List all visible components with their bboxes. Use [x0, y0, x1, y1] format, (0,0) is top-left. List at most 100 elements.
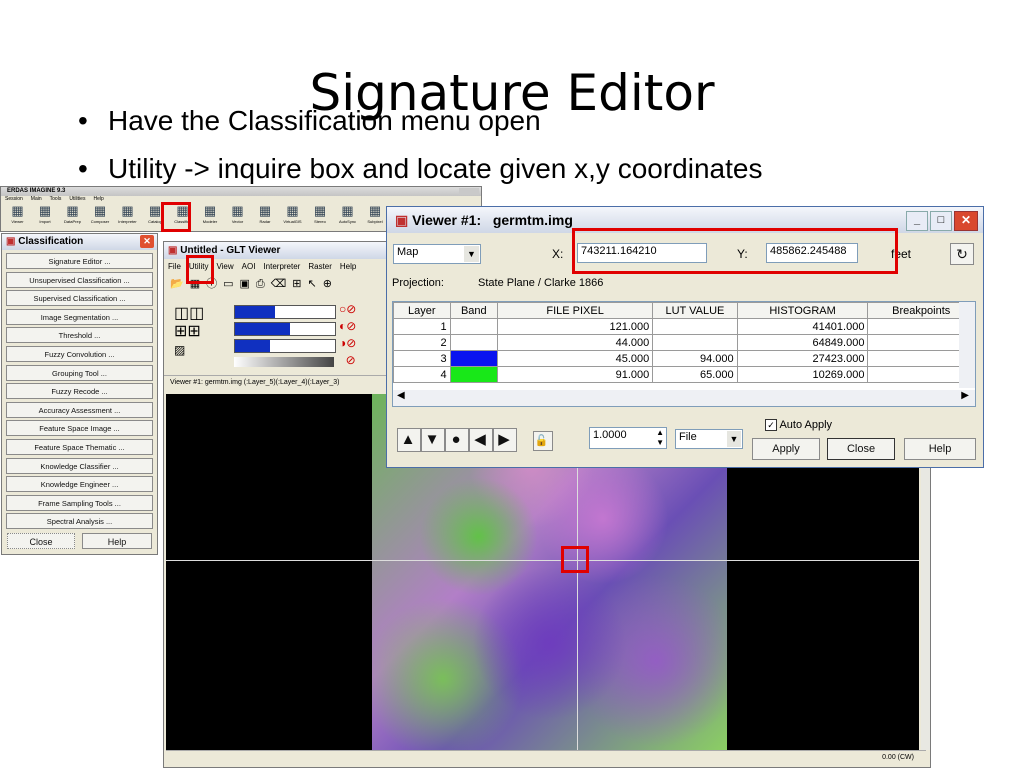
table-horizontal-scrollbar[interactable]: ◀ ▶	[393, 390, 975, 406]
maximize-icon[interactable]: □	[930, 211, 952, 231]
coord-type-select[interactable]: Map ▼	[393, 244, 481, 264]
toolbar-button-dataprep[interactable]: ▦ DataPrep	[60, 203, 85, 229]
column-header[interactable]: Band	[449, 302, 499, 319]
toolbar-button-autosync[interactable]: ▦ AutoSync	[335, 203, 360, 229]
sharpness-slider[interactable]	[234, 339, 336, 353]
refresh-icon[interactable]: ↻	[950, 243, 974, 265]
close-icon[interactable]: ✕	[954, 211, 978, 231]
step-field[interactable]: 1.0000 ▲ ▼	[589, 427, 667, 449]
save-icon[interactable]: ▣	[240, 278, 256, 290]
glt-menu-view[interactable]: View	[216, 262, 233, 271]
minimize-icon[interactable]: _	[906, 211, 928, 231]
classification-item[interactable]: Fuzzy Recode ...	[6, 383, 153, 400]
column-header[interactable]: FILE PIXEL	[496, 302, 654, 319]
stepper-icon[interactable]: ▲ ▼	[656, 428, 664, 448]
move-left-button[interactable]: ◀	[469, 428, 493, 452]
chevron-down-icon[interactable]: ▼	[464, 246, 479, 262]
toolbar-button-vector[interactable]: ▦ Vector	[225, 203, 250, 229]
brightness-slider[interactable]	[234, 305, 336, 319]
chevron-down-icon[interactable]: ▼	[727, 431, 741, 447]
classification-item[interactable]: Signature Editor ...	[6, 253, 153, 269]
close-button[interactable]: Close	[7, 532, 75, 549]
classification-item[interactable]: Knowledge Classifier ...	[6, 457, 153, 474]
column-header[interactable]: HISTOGRAM	[736, 302, 869, 319]
classification-item[interactable]: Grouping Tool ...	[6, 364, 153, 381]
layer-cell: 3	[393, 350, 451, 367]
histogram-cell: 64849.000	[736, 334, 869, 351]
help-button[interactable]: Help	[904, 438, 976, 460]
glt-menu-raster[interactable]: Raster	[308, 262, 332, 271]
classification-window: ▣ Classification ✕ Signature Editor ... U…	[1, 233, 158, 555]
toolbar-button-import[interactable]: ▦ Import	[33, 203, 58, 229]
toolbar-button-virtualgis[interactable]: ▦ VirtualGIS	[280, 203, 305, 229]
step-unit-select[interactable]: File ▼	[675, 429, 743, 449]
table-row[interactable]: 2 44.000 64849.000	[393, 334, 975, 351]
toolbar-label: Radar	[259, 219, 271, 224]
layout-icons[interactable]: ◫◫ ⊞⊞ ▨	[174, 305, 204, 359]
close-icon[interactable]: ✕	[140, 235, 154, 248]
window-buttons[interactable]	[459, 188, 479, 195]
toolbar-button-stereo[interactable]: ▦ Stereo	[308, 203, 333, 229]
table-vertical-scrollbar[interactable]	[959, 302, 975, 388]
table-row[interactable]: 1 121.000 41401.000	[393, 318, 975, 335]
glt-menu-help[interactable]: Help	[340, 262, 356, 271]
classification-item[interactable]: Frame Sampling Tools ...	[6, 494, 153, 511]
column-header[interactable]: LUT VALUE	[652, 302, 738, 319]
classification-item[interactable]: Spectral Analysis ...	[6, 513, 153, 530]
vector-icon: ▦	[231, 203, 244, 218]
checkbox-icon[interactable]: ✓	[765, 419, 777, 431]
glt-menu-aoi[interactable]: AOI	[242, 262, 256, 271]
toolbar-label: Interpreter	[118, 219, 137, 224]
close-button[interactable]: Close	[827, 438, 895, 460]
classification-item[interactable]: Image Segmentation ...	[6, 308, 153, 325]
crosshair-horizontal	[166, 560, 919, 561]
apply-button[interactable]: Apply	[752, 438, 820, 460]
column-header[interactable]: Layer	[393, 302, 451, 319]
virtualgis-icon: ▦	[286, 203, 299, 218]
classifier-highlight	[161, 202, 191, 232]
zoom-icon[interactable]: ⊕	[323, 278, 338, 290]
toolbar-button-viewer[interactable]: ▦ Viewer	[5, 203, 30, 229]
classification-item[interactable]: Unsupervised Classification ...	[6, 271, 153, 288]
glt-menu-interpreter[interactable]: Interpreter	[263, 262, 300, 271]
lut-value-cell	[652, 334, 738, 351]
table-row[interactable]: 3 45.000 94.000 27423.000	[393, 350, 975, 367]
coord-type-value: Map	[397, 246, 419, 258]
move-down-button[interactable]: ▼	[421, 428, 445, 452]
classification-item[interactable]: Knowledge Engineer ...	[6, 476, 153, 493]
scroll-left-icon[interactable]: ◀	[393, 390, 405, 401]
auto-apply-checkbox[interactable]: ✓ Auto Apply	[765, 419, 832, 431]
classification-item[interactable]: Accuracy Assessment ...	[6, 401, 153, 418]
move-up-button[interactable]: ▲	[397, 428, 421, 452]
move-right-button[interactable]: ▶	[493, 428, 517, 452]
classification-title: Classification	[18, 236, 84, 247]
viewer-icon: ▦	[11, 203, 24, 218]
lock-icon[interactable]: 🔓	[532, 431, 553, 451]
print-icon[interactable]: ⎙	[256, 278, 271, 290]
fit-icon[interactable]: ⊞	[292, 278, 307, 290]
reset-icons[interactable]: ○⊘ ◐⊘ ◑⊘ ⊘	[339, 301, 356, 369]
contrast-slider[interactable]	[234, 322, 336, 336]
table-row[interactable]: 4 91.000 65.000 10269.000	[393, 366, 975, 383]
toolbar-label: Subpixel	[367, 219, 383, 224]
page-icon[interactable]: ▭	[223, 278, 239, 290]
classification-item[interactable]: Feature Space Image ...	[6, 420, 153, 437]
glt-menu-file[interactable]: File	[168, 262, 181, 271]
toolbar-button-modeler[interactable]: ▦ Modeler	[198, 203, 223, 229]
classification-item[interactable]: Threshold ...	[6, 327, 153, 344]
toolbar-button-interpreter[interactable]: ▦ Interpreter	[115, 203, 140, 229]
center-button[interactable]: ●	[445, 428, 469, 452]
erase-icon[interactable]: ⌫	[271, 278, 293, 290]
classification-item[interactable]: Fuzzy Convolution ...	[6, 345, 153, 362]
toolbar-button-composer[interactable]: ▦ Composer	[88, 203, 113, 229]
toolbar-button-subpixel[interactable]: ▦ Subpixel	[363, 203, 388, 229]
pointer-icon[interactable]: ↖	[308, 278, 323, 290]
toolbar-button-radar[interactable]: ▦ Radar	[253, 203, 278, 229]
toolbar-label: Viewer	[11, 219, 24, 224]
classification-item[interactable]: Feature Space Thematic ...	[6, 438, 153, 455]
help-button[interactable]: Help	[82, 532, 152, 549]
classification-item[interactable]: Supervised Classification ...	[6, 290, 153, 307]
scroll-right-icon[interactable]: ▶	[961, 390, 969, 401]
bullet-text: Have the Classification menu open	[108, 105, 541, 136]
table-body: 1 121.000 41401.000 2 44.000 64849.000 3 45.000…	[393, 318, 975, 383]
